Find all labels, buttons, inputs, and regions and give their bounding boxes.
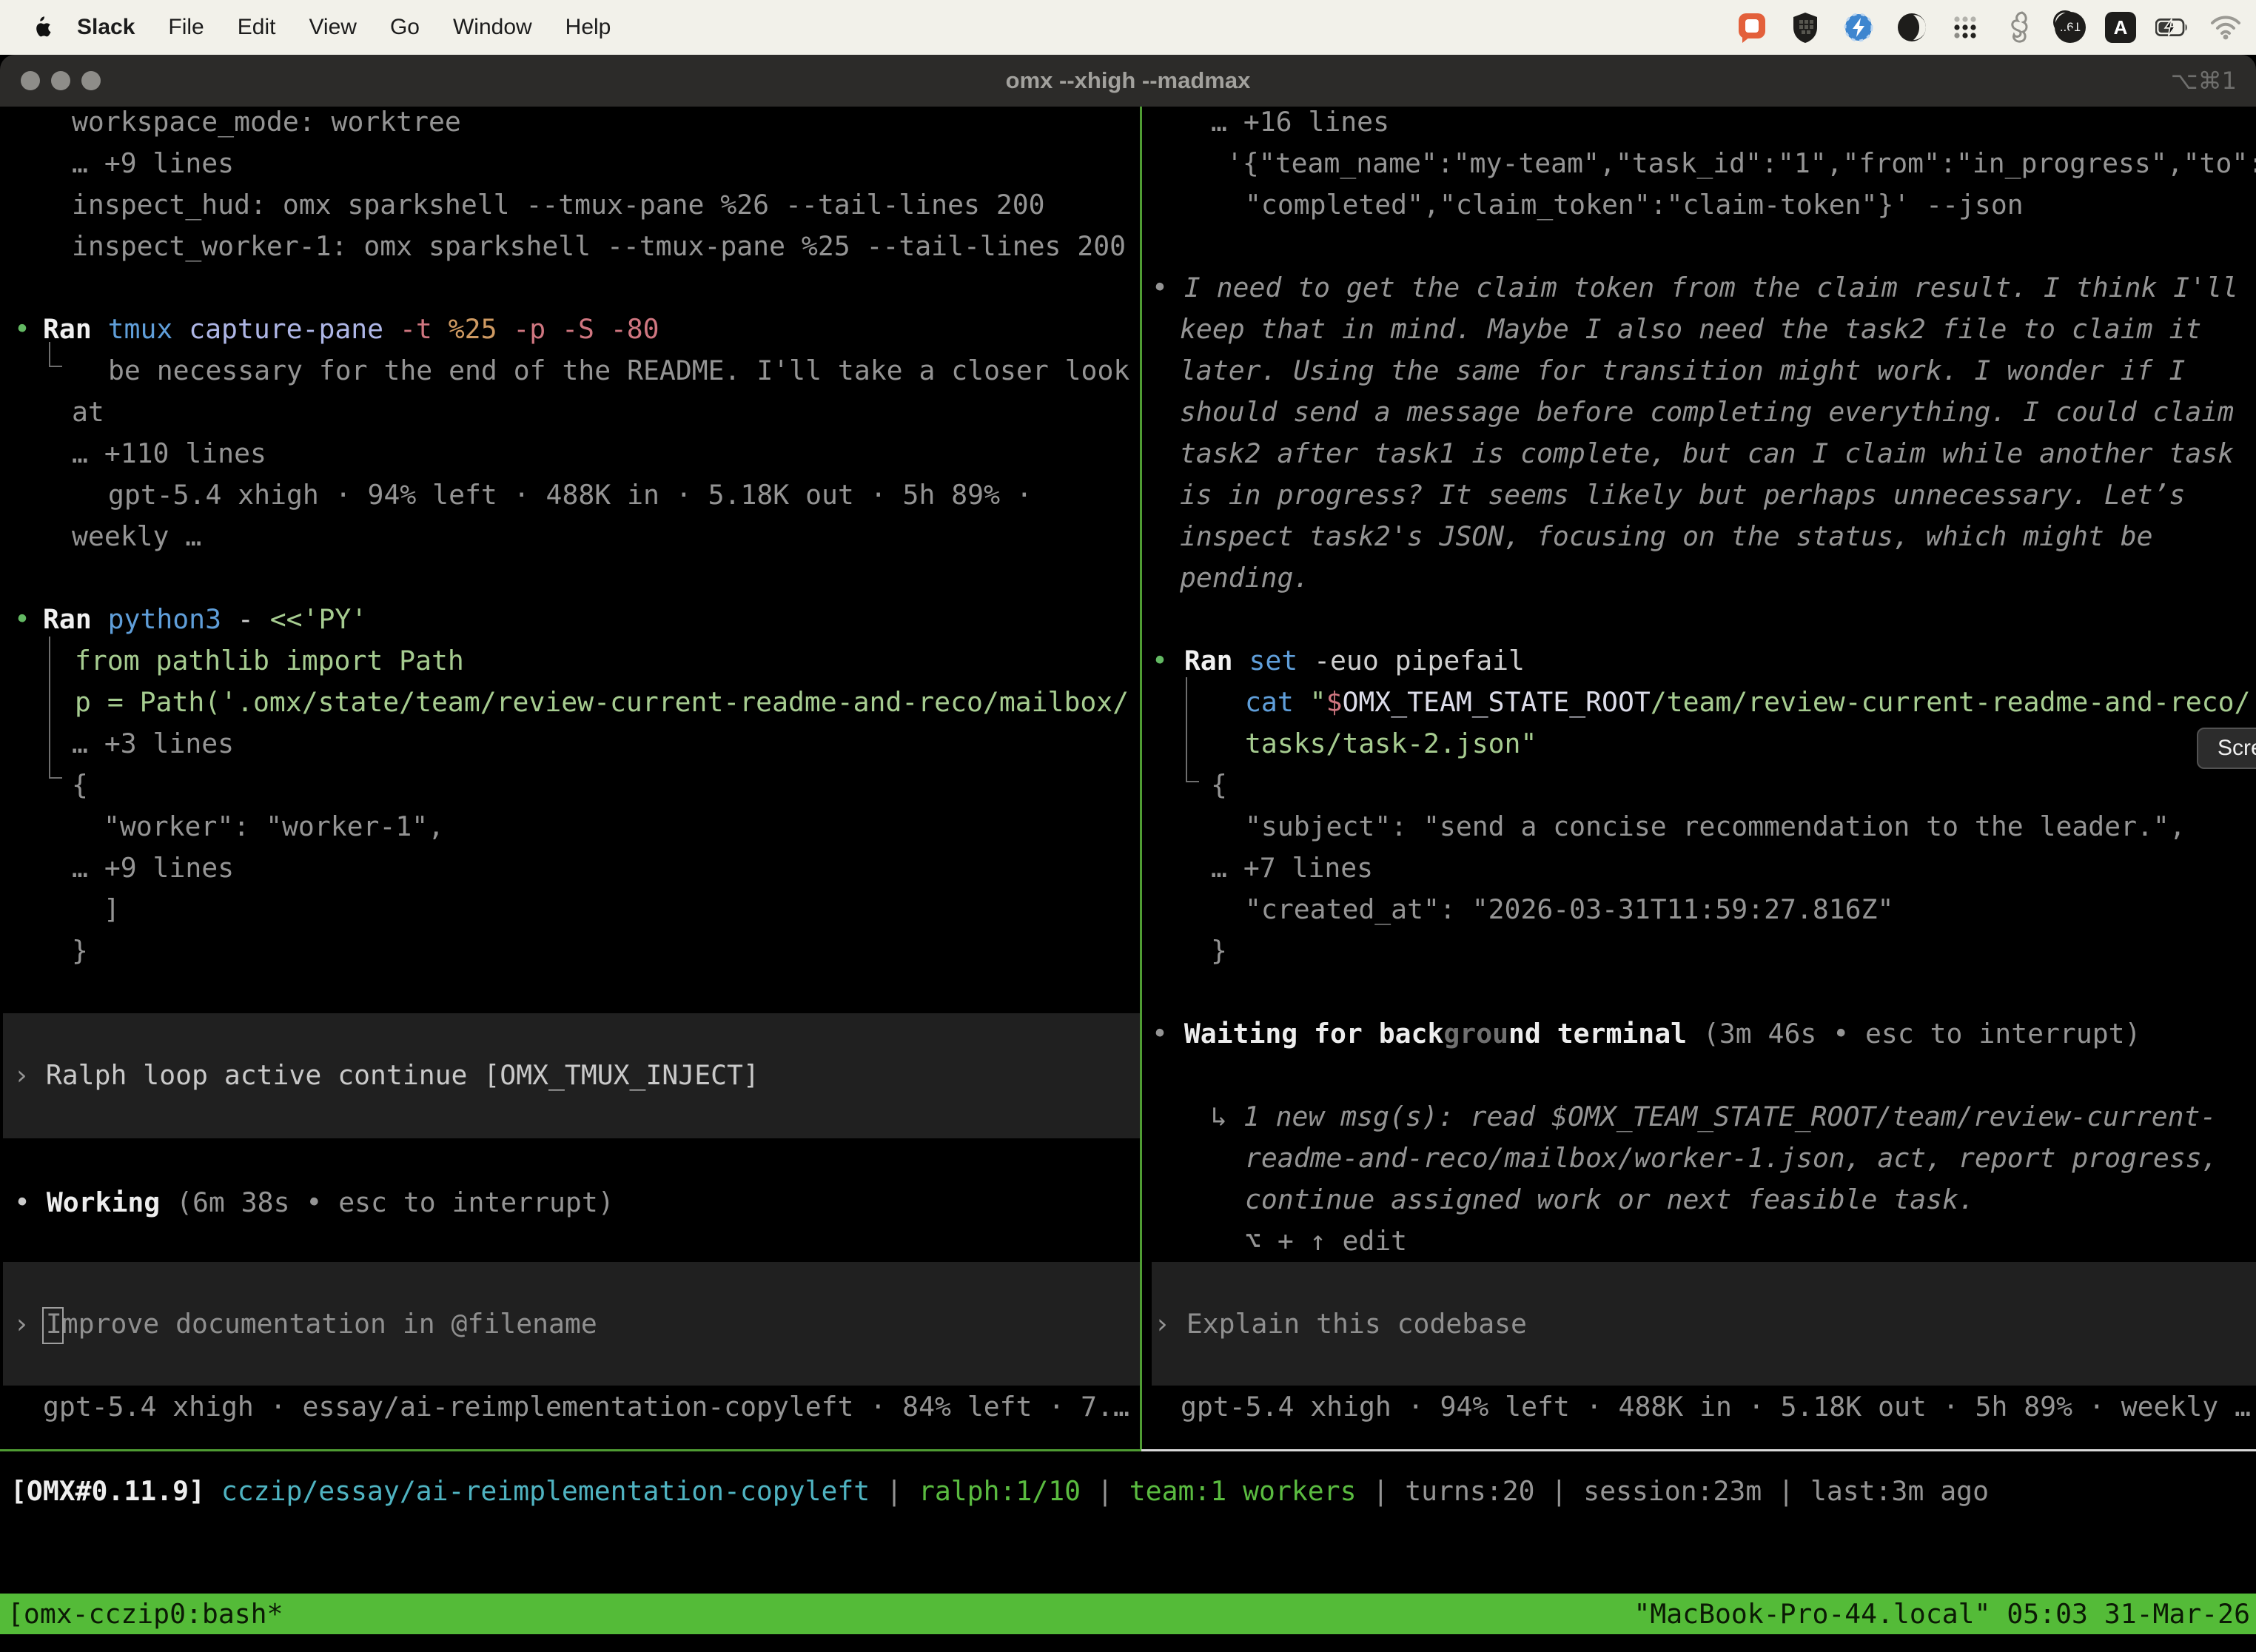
ralph-loop-notice: › Ralph loop active continue [OMX_TMUX_I…	[13, 1055, 759, 1096]
json-output: "created_at": "2026-03-31T11:59:27.816Z"	[1245, 889, 1893, 930]
menu-bar: Slack File Edit View Go Window Help	[0, 0, 2256, 55]
dots-grid-icon[interactable]	[1948, 10, 1982, 44]
new-message-note: ↳ 1 new msg(s): read $OMX_TEAM_STATE_ROO…	[1211, 1096, 2216, 1138]
command-output: gpt-5.4 xhigh · 94% left · 488K in · 5.1…	[108, 474, 1033, 516]
menu-item-file[interactable]: File	[168, 15, 204, 40]
apple-menu-icon[interactable]	[33, 16, 52, 39]
window-shortcut-hint: ⌥⌘1	[2171, 67, 2237, 95]
menu-item-go[interactable]: Go	[390, 15, 420, 40]
config-line: inspect_hud: omx sparkshell --tmux-pane …	[72, 184, 1045, 226]
screen-tooltip: Scre	[2197, 728, 2256, 769]
menu-item-view[interactable]: View	[309, 15, 356, 40]
window-titlebar[interactable]: omx --xhigh --madmax ⌥⌘1	[0, 55, 2256, 107]
menu-status-icons: ..61 A	[1735, 10, 2243, 44]
thinking-text: pending.	[1180, 557, 1309, 599]
tooltip-label: Scre	[2218, 736, 2256, 761]
output-connector	[1186, 677, 1187, 782]
new-message-note: readme-and-reco/mailbox/worker-1.json, a…	[1245, 1138, 2218, 1179]
ran-tmux-capture-command: Ran tmux capture-pane -t %25 -p -S -80	[43, 309, 659, 350]
omx-session-statusline: [OMX#0.11.9] cczip/essay/ai-reimplementa…	[10, 1471, 1989, 1512]
cat-command: tasks/task-2.json"	[1245, 723, 1537, 765]
json-output: }	[72, 930, 88, 972]
config-line: inspect_worker-1: omx sparkshell --tmux-…	[72, 226, 1126, 267]
collapsed-lines: … +9 lines	[72, 143, 234, 184]
thinking-text: is in progress? It seems likely but perh…	[1180, 474, 2185, 516]
ran-python3-command: Ran python3 - <<'PY'	[43, 599, 367, 640]
screen: Slack File Edit View Go Window Help	[0, 0, 2256, 1652]
prompt-placeholder-left: › Improve documentation in @filename	[13, 1303, 597, 1345]
prompt-placeholder-right: › Explain this codebase	[1154, 1303, 1527, 1345]
output-connector	[49, 366, 62, 367]
edit-hint: ⌥ + ↑ edit	[1245, 1220, 1407, 1262]
wifi-icon[interactable]	[2209, 10, 2243, 44]
json-output: {	[1211, 765, 1227, 806]
command-output: at	[72, 392, 104, 433]
new-message-note: continue assigned work or next feasible …	[1245, 1179, 1975, 1220]
working-status: • Working (6m 38s • esc to interrupt)	[14, 1182, 614, 1223]
chat-app-icon[interactable]	[1735, 10, 1769, 44]
text-cursor	[42, 1307, 64, 1344]
menu-item-window[interactable]: Window	[453, 15, 532, 40]
thinking-text: • I need to get the claim token from the…	[1152, 267, 2238, 309]
tmux-session-name: [omx-cczip0:bash*	[7, 1598, 283, 1630]
json-output: ]	[104, 889, 120, 930]
command-output: be necessary for the end of the README. …	[108, 350, 1129, 392]
json-output: "worker": "worker-1",	[104, 806, 444, 847]
keyboard-layout-icon[interactable]: A	[2105, 12, 2136, 43]
collapsed-lines: … +110 lines	[72, 433, 266, 474]
shield-grid-icon[interactable]	[1788, 10, 1822, 44]
left-pane-border	[0, 1449, 1141, 1451]
right-pane-border	[1141, 1449, 2256, 1451]
pane-status-left: gpt-5.4 xhigh · essay/ai-reimplementatio…	[43, 1386, 1129, 1428]
collapsed-lines: … +9 lines	[72, 847, 234, 889]
thinking-text: keep that in mind. Maybe I also need the…	[1180, 309, 2201, 350]
output-connector	[49, 637, 50, 779]
output-connector	[49, 777, 62, 779]
json-output: "subject": "send a concise recommendatio…	[1245, 806, 2186, 847]
seahorse-icon[interactable]	[2001, 10, 2035, 44]
collapsed-lines: … +3 lines	[72, 723, 234, 765]
waiting-status: • Waiting for background terminal (3m 46…	[1152, 1013, 2141, 1055]
thinking-text: task2 after task1 is complete, but can I…	[1180, 433, 2234, 474]
tmux-status-bar: [omx-cczip0:bash* "MacBook-Pro-44.local"…	[0, 1594, 2256, 1634]
ran-set-command: • Ran set -euo pipefail	[1152, 640, 1525, 682]
output-connector	[1186, 781, 1199, 782]
battery-icon[interactable]	[2155, 10, 2189, 44]
cat-command: cat "$OMX_TEAM_STATE_ROOT/team/review-cu…	[1245, 682, 2250, 723]
window-title: omx --xhigh --madmax	[0, 67, 2256, 94]
count-badge-icon[interactable]: ..61	[2055, 12, 2086, 43]
thinking-text: later. Using the same for transition mig…	[1180, 350, 2185, 392]
json-output: }	[1211, 930, 1227, 972]
json-output: {	[72, 765, 88, 806]
heredoc-code: p = Path('.omx/state/team/review-current…	[75, 682, 1129, 723]
thinking-text: inspect task2's JSON, focusing on the st…	[1180, 516, 2153, 557]
config-line: workspace_mode: worktree	[72, 101, 461, 143]
thinking-text: should send a message before completing …	[1180, 392, 2234, 433]
tmux-host-clock: "MacBook-Pro-44.local" 05:03 31-Mar-26	[1634, 1598, 2250, 1630]
collapsed-lines: … +16 lines	[1211, 101, 1389, 143]
command-output: weekly …	[72, 516, 201, 557]
heredoc-code: from pathlib import Path	[75, 640, 464, 682]
ran-bullet: •	[14, 599, 30, 640]
ran-bullet: •	[14, 309, 30, 350]
menu-item-help[interactable]: Help	[565, 15, 611, 40]
bolt-badge-icon[interactable]	[1842, 10, 1876, 44]
pane-divider[interactable]	[1140, 107, 1142, 1449]
menu-item-edit[interactable]: Edit	[238, 15, 276, 40]
menu-item-slack[interactable]: Slack	[77, 15, 135, 40]
terminal-window: omx --xhigh --madmax ⌥⌘1 workspace_mode:…	[0, 55, 2256, 1652]
command-output: '{"team_name":"my-team","task_id":"1","f…	[1226, 143, 2256, 184]
moon-contrast-icon[interactable]	[1895, 10, 1929, 44]
command-output: "completed","claim_token":"claim-token"}…	[1245, 184, 2024, 226]
collapsed-lines: … +7 lines	[1211, 847, 1373, 889]
pane-status-right: gpt-5.4 xhigh · 94% left · 488K in · 5.1…	[1181, 1386, 2251, 1428]
